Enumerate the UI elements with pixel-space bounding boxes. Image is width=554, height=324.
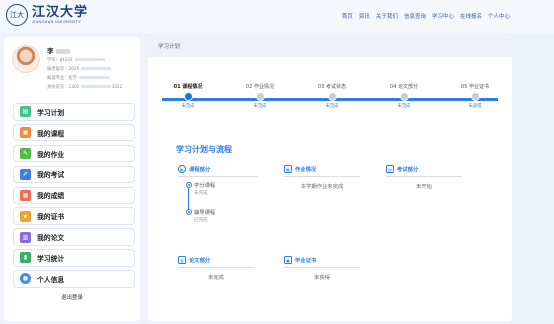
university-name-en: JIANGHAN UNIVERSITY (32, 20, 82, 24)
thesis-icon: ▥ (20, 231, 31, 243)
homework-icon: ✎ (20, 148, 31, 160)
divider (284, 176, 360, 177)
divider (178, 267, 254, 268)
step-homework[interactable]: 02 作业情况 未完成 (230, 83, 290, 109)
nav-personal-center[interactable]: 个人中心 (488, 12, 510, 20)
step-certificate[interactable]: 05 毕业证书 未获得 (445, 83, 505, 109)
divider (284, 267, 360, 268)
level-value: 2025 (68, 67, 80, 72)
card-exam: ▤ 考试部分 未开始 (386, 165, 462, 190)
divider (178, 176, 258, 177)
card-certificate: ▣ 毕业证书 未获得 (284, 256, 360, 281)
main-panel: 学习计划 01 课程情况 未完成 02 作业情况 未完成 03 考试状态 未完成… (148, 37, 512, 321)
certificate-icon: ★ (20, 210, 31, 222)
sidebar-item-scores[interactable]: ▦ 我的成绩 (13, 186, 135, 205)
step-exam[interactable]: 03 考试状态 未完成 (302, 83, 362, 109)
student-no-line: 学号：JH332 (47, 57, 105, 63)
score-icon: ▦ (20, 189, 31, 201)
exam-status: 未开始 (416, 184, 432, 190)
card-homework-title: 作业情况 (295, 167, 317, 173)
top-header: 江大 江汉大学 JIANGHAN UNIVERSITY 首页 资讯 关于我们 信… (0, 0, 554, 33)
step-course[interactable]: 01 课程情况 未完成 (158, 83, 218, 109)
sidebar: 李 学号：JH332 报考层次：2025 报读专业：化学 身份证号：1302 33… (4, 37, 140, 321)
sidebar-item-statistics[interactable]: ▮ 学习统计 (13, 249, 135, 267)
top-nav: 首页 资讯 关于我们 信息查询 学习中心 在线报名 个人中心 (342, 12, 510, 20)
sidebar-menu: ▤ 学习计划 ▣ 我的课程 ✎ 我的作业 ✐ 我的考试 ▦ 我的成绩 ★ 我的证… (13, 103, 135, 291)
card-thesis: ▥ 论文部分 未完成 (178, 256, 254, 281)
student-name: 李 (47, 47, 54, 55)
exam-icon: ✐ (20, 168, 31, 180)
plan-item-credit-course[interactable]: 学分课程 未完成 (194, 181, 215, 196)
step-dot-icon (255, 92, 265, 101)
sidebar-item-thesis[interactable]: ▥ 我的论文 (13, 228, 135, 246)
nav-study-center[interactable]: 学习中心 (432, 12, 454, 20)
step-thesis[interactable]: 04 论文部分 未完成 (374, 83, 434, 109)
card-thesis-title: 论文部分 (189, 258, 211, 264)
student-no: JH332 (59, 58, 73, 63)
university-seal-icon: 江大 (6, 4, 28, 26)
step-dot-icon (183, 92, 193, 101)
nav-news[interactable]: 资讯 (359, 12, 370, 20)
sidebar-item-exam[interactable]: ✐ 我的考试 (13, 165, 135, 184)
sidebar-item-courses[interactable]: ▣ 我的课程 (13, 123, 135, 142)
plan-item-tutoring-course[interactable]: 辅导课程 已完成 (194, 208, 215, 223)
nav-home[interactable]: 首页 (342, 12, 353, 20)
plan-node-icon (185, 182, 192, 188)
id-line: 身份证号：1302 3322 (47, 84, 123, 90)
major-line: 报读专业：化学 (47, 75, 110, 81)
progress-steps: 01 课程情况 未完成 02 作业情况 未完成 03 考试状态 未完成 04 论… (162, 83, 498, 119)
course-icon: ▣ (20, 127, 31, 139)
homework-status: 本学期作业未完成 (300, 184, 344, 190)
avatar (12, 45, 40, 73)
card-course-title: 课程部分 (189, 167, 211, 173)
redacted-block (55, 48, 70, 54)
nav-info-query[interactable]: 信息查询 (404, 12, 426, 20)
certificate-icon: ▣ (284, 256, 292, 264)
step-dot-icon (327, 92, 337, 101)
breadcrumb: 学习计划 (148, 37, 512, 57)
divider (386, 176, 462, 177)
calendar-icon: ▦ (284, 165, 292, 173)
sidebar-item-homework[interactable]: ✎ 我的作业 (13, 144, 135, 163)
sidebar-item-study-plan[interactable]: ▤ 学习计划 (13, 103, 135, 121)
plan-connector (188, 186, 189, 210)
plan-node-icon (185, 209, 192, 215)
nav-about[interactable]: 关于我们 (376, 12, 398, 20)
document-icon: ▥ (178, 256, 186, 264)
major-value: 化学 (68, 76, 78, 81)
university-name: 江汉大学 (32, 5, 89, 20)
card-certificate-title: 毕业证书 (295, 258, 317, 264)
section-title: 学习计划与流程 (176, 145, 232, 154)
card-exam-title: 考试部分 (397, 167, 419, 173)
thesis-status: 未完成 (208, 275, 224, 281)
statistics-icon: ▮ (20, 252, 31, 264)
card-homework: ▦ 作业情况 本学期作业未完成 (284, 165, 360, 190)
step-dot-icon (399, 92, 409, 101)
exam-paper-icon: ▤ (386, 165, 394, 173)
university-logo[interactable]: 江大 江汉大学 JIANGHAN UNIVERSITY (6, 4, 88, 26)
sidebar-item-certificates[interactable]: ★ 我的证书 (13, 207, 135, 225)
play-circle-icon: ▶ (178, 165, 186, 173)
profile-icon: ● (20, 273, 31, 285)
level-line: 报考层次：2025 (47, 66, 112, 72)
profile-card: 李 学号：JH332 报考层次：2025 报读专业：化学 身份证号：1302 33… (10, 41, 136, 95)
nav-online-apply[interactable]: 在线报名 (460, 12, 482, 20)
id-prefix: 1302 (68, 85, 80, 90)
sidebar-item-profile[interactable]: ● 个人信息 (13, 270, 135, 288)
step-dot-icon (470, 92, 480, 101)
card-course: ▶ 课程部分 学分课程 未完成 辅导课程 已完成 (178, 165, 258, 255)
id-suffix: 3322 (111, 85, 123, 90)
logout-link[interactable]: 退出登录 (4, 293, 140, 301)
study-plan-icon: ▤ (20, 106, 31, 118)
certificate-status: 未获得 (314, 275, 330, 281)
